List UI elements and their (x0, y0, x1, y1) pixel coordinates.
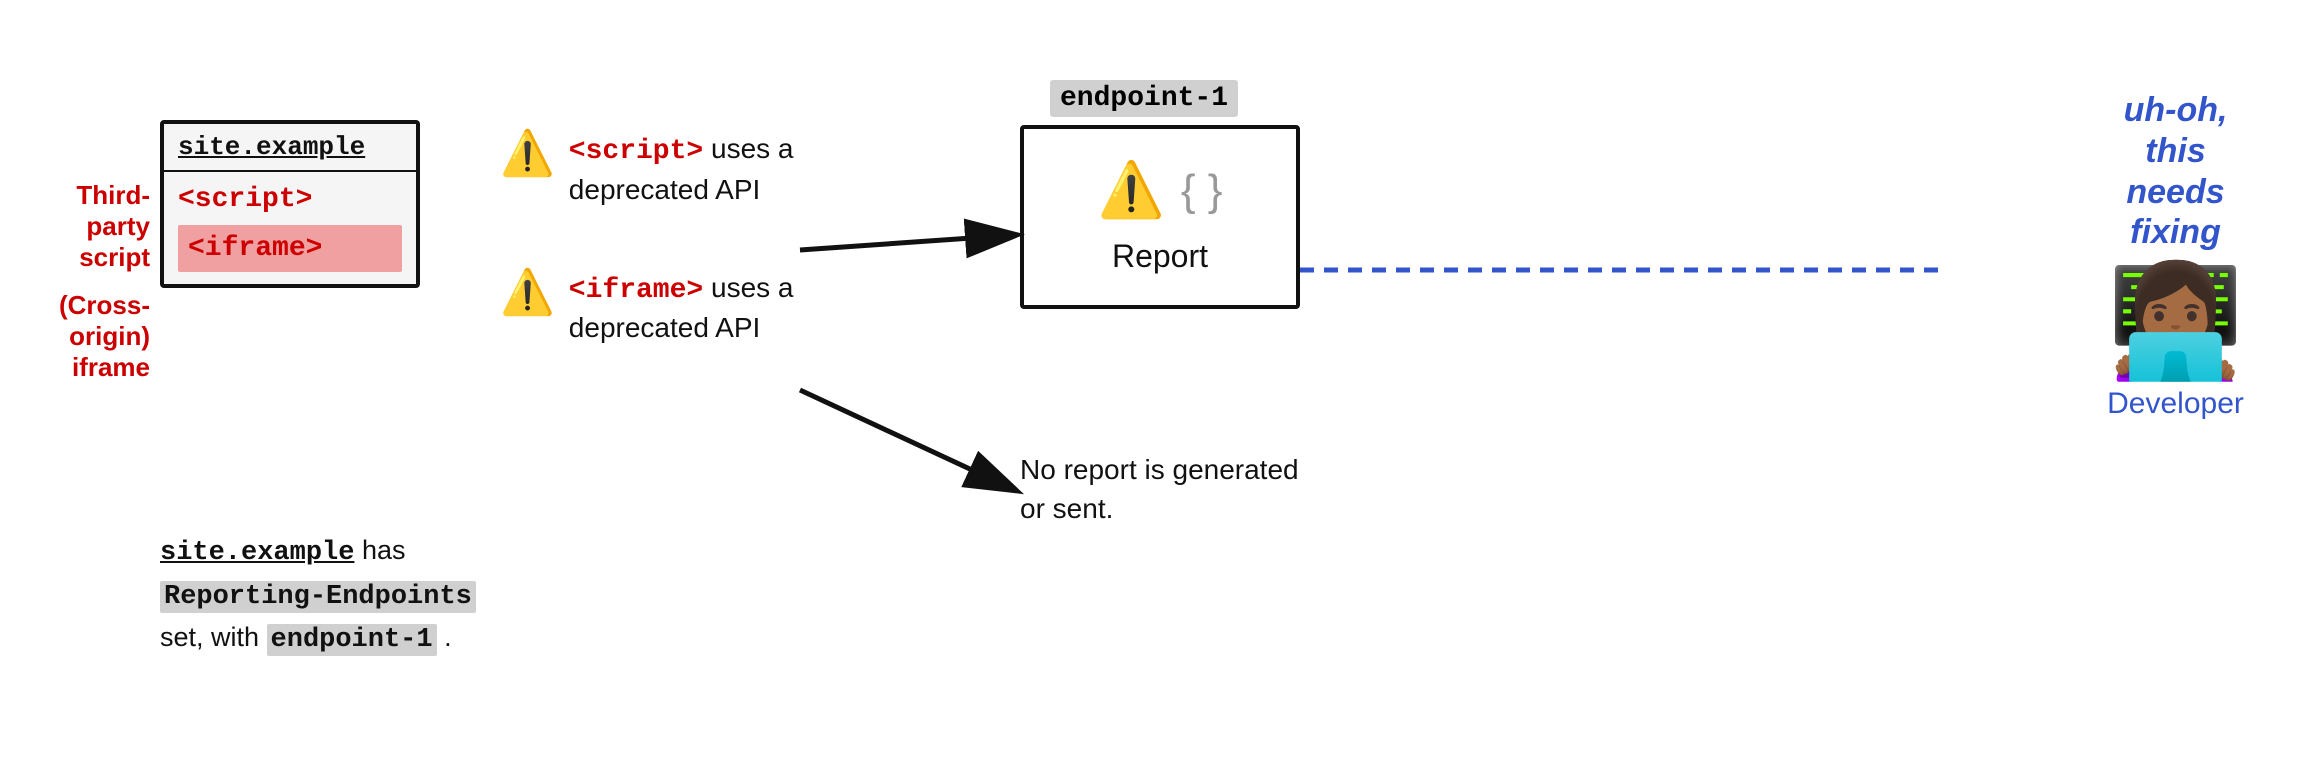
developer-emoji: 👩🏾‍💻 (2107, 267, 2244, 377)
third-party-label: Third-party script (20, 180, 150, 274)
developer-label: Developer (2107, 387, 2244, 421)
warning-icon-script: ⚠️ (500, 132, 555, 176)
endpoint-warning-icon: ⚠️ (1098, 159, 1165, 222)
report-label: Report (1112, 238, 1208, 275)
iframe-tag-label: <iframe> (569, 275, 703, 306)
script-tag: <script> (178, 184, 402, 215)
script-tag-label: <script> (569, 136, 703, 167)
warning-icon-iframe: ⚠️ (500, 271, 555, 315)
site-box-wrapper: Third-party script (Cross-origin) iframe… (160, 120, 420, 288)
arrow-iframe-to-noreport (800, 390, 1015, 490)
developer-area: uh-oh,thisneedsfixing 👩🏾‍💻 Developer (2107, 90, 2244, 421)
endpoint-label: endpoint-1 (1050, 80, 1238, 117)
reporting-endpoints-mono: Reporting-Endpoints (160, 581, 476, 613)
diagram-container: Third-party script (Cross-origin) iframe… (0, 0, 2324, 762)
json-icon: { } (1181, 166, 1223, 216)
warning-text-script: <script> uses a deprecated API (569, 130, 849, 209)
no-report-area: No report is generated or sent. (1020, 450, 1300, 528)
iframe-tag: <iframe> (188, 233, 322, 264)
site-example-underline: site.example (160, 538, 354, 568)
cross-origin-label: (Cross-origin) iframe (20, 290, 150, 384)
site-box-body: <script> <iframe> (164, 172, 416, 284)
warning-item-script: ⚠️ <script> uses a deprecated API (500, 130, 849, 209)
bottom-description: site.example has Reporting-Endpoints set… (160, 530, 476, 661)
endpoint-wrapper: endpoint-1 ⚠️ { } Report (1020, 80, 1300, 309)
warnings-area: ⚠️ <script> uses a deprecated API ⚠️ <if… (500, 130, 849, 347)
endpoint-box: ⚠️ { } Report (1020, 125, 1300, 309)
warning-text-iframe: <iframe> uses a deprecated API (569, 269, 849, 348)
site-box-title: site.example (164, 124, 416, 172)
no-report-text: No report is generated or sent. (1020, 454, 1299, 524)
uh-oh-text: uh-oh,thisneedsfixing (2124, 90, 2228, 253)
site-example-box: site.example <script> <iframe> (160, 120, 420, 288)
iframe-tag-box: <iframe> (178, 225, 402, 272)
endpoint-1-inline: endpoint-1 (267, 624, 437, 656)
endpoint-icons: ⚠️ { } (1098, 159, 1223, 222)
warning-item-iframe: ⚠️ <iframe> uses a deprecated API (500, 269, 849, 348)
